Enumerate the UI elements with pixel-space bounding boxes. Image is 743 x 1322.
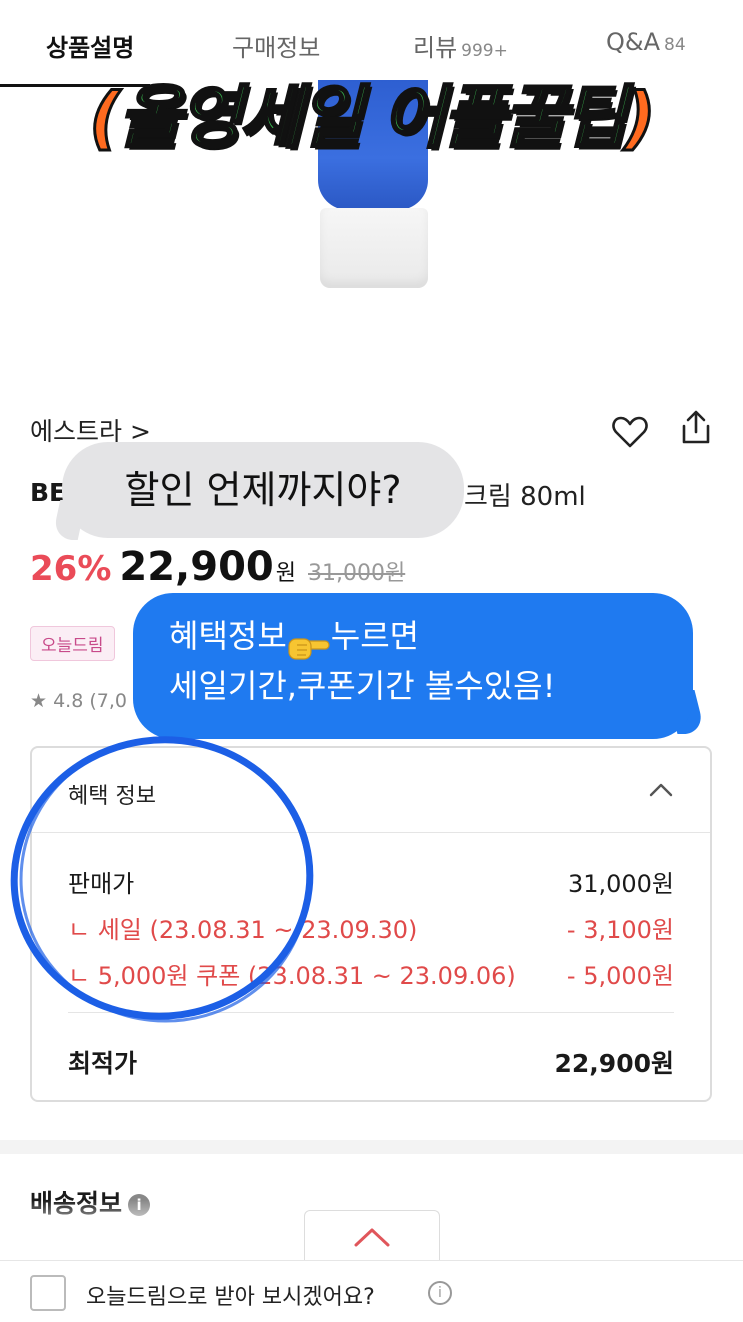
best-price-value: 22,900원 — [554, 1049, 674, 1078]
blue-bubble-text-b: 누르면 — [330, 617, 420, 655]
grey-chat-bubble: 할인 언제까지야? — [62, 442, 464, 538]
benefit-info-panel: 혜택 정보 판매가 31,000원 ㄴ 세일 (23.08.31 ~ 23.09… — [30, 746, 712, 1102]
qa-count: 84 — [664, 35, 686, 55]
tab-purchase-label: 구매정보 — [232, 34, 321, 62]
tab-review[interactable]: 리뷰 999+ — [413, 28, 508, 63]
review-count: 999+ — [461, 41, 508, 61]
tab-qa[interactable]: Q&A 84 — [606, 28, 686, 56]
share-icon[interactable] — [676, 408, 716, 448]
rating-summary[interactable]: ★ 4.8 (7,0 — [30, 690, 127, 712]
tab-qa-label: Q&A — [606, 28, 661, 56]
chevron-up-icon[interactable] — [648, 780, 674, 800]
product-tube-cap — [320, 208, 428, 288]
benefit-row-label: 판매가 — [68, 870, 135, 898]
benefit-header[interactable]: 혜택 정보 — [68, 778, 156, 810]
product-name-suffix: 크림 80ml — [464, 482, 586, 512]
currency-unit: 원 — [275, 561, 296, 586]
tab-review-label: 리뷰 — [413, 34, 458, 62]
best-price-label: 최적가 — [68, 1049, 138, 1078]
pointing-hand-icon — [287, 625, 331, 660]
tab-purchase-info[interactable]: 구매정보 — [232, 28, 320, 63]
heart-icon[interactable] — [610, 412, 650, 452]
original-price: 31,000원 — [308, 561, 406, 586]
blue-chat-bubble: 혜택정보 누르면 세일기간,쿠폰기간 볼수있음! — [133, 593, 693, 739]
blue-bubble-text-a: 혜택정보 — [169, 617, 287, 655]
tab-description[interactable]: 상품설명 — [46, 28, 134, 63]
tab-description-label: 상품설명 — [46, 34, 135, 62]
overlay-title-text: 올영세일 어플꿀팁 — [117, 78, 628, 160]
price-row: 26% 22,900원 31,000원 — [30, 544, 405, 590]
blue-bubble-line-2: 세일기간,쿠폰기간 볼수있음! — [169, 667, 556, 705]
today-delivery-badge: 오늘드림 — [30, 626, 115, 661]
benefit-row-value: - 5,000원 — [566, 962, 674, 990]
benefit-row-label: ㄴ 세일 (23.08.31 ~ 23.09.30) — [68, 916, 418, 944]
blue-bubble-line-1: 혜택정보 누르면 — [169, 611, 693, 661]
discount-rate: 26% — [30, 549, 112, 589]
overlay-paren-open: ( — [88, 78, 122, 160]
benefit-divider — [32, 832, 710, 833]
today-delivery-label[interactable]: 오늘드림으로 받아 보시겠어요? — [86, 1279, 375, 1311]
sale-price: 22,900 — [119, 544, 274, 590]
benefit-row-value: - 3,100원 — [566, 916, 674, 944]
expand-up-button[interactable] — [304, 1210, 440, 1263]
overlay-title: (올영세일 어플꿀팁) — [0, 62, 743, 161]
overlay-paren-close: ) — [623, 78, 657, 160]
bottom-option-bar: 오늘드림으로 받아 보시겠어요? i — [0, 1260, 743, 1322]
chevron-up-icon — [354, 1228, 390, 1247]
benefit-divider — [68, 1012, 674, 1013]
today-delivery-checkbox[interactable] — [30, 1275, 66, 1311]
benefit-row-label: ㄴ 5,000원 쿠폰 (23.08.31 ~ 23.09.06) — [68, 962, 516, 990]
benefit-row-value: 31,000원 — [567, 870, 674, 898]
info-icon[interactable]: i — [428, 1281, 452, 1305]
section-divider — [0, 1140, 743, 1154]
